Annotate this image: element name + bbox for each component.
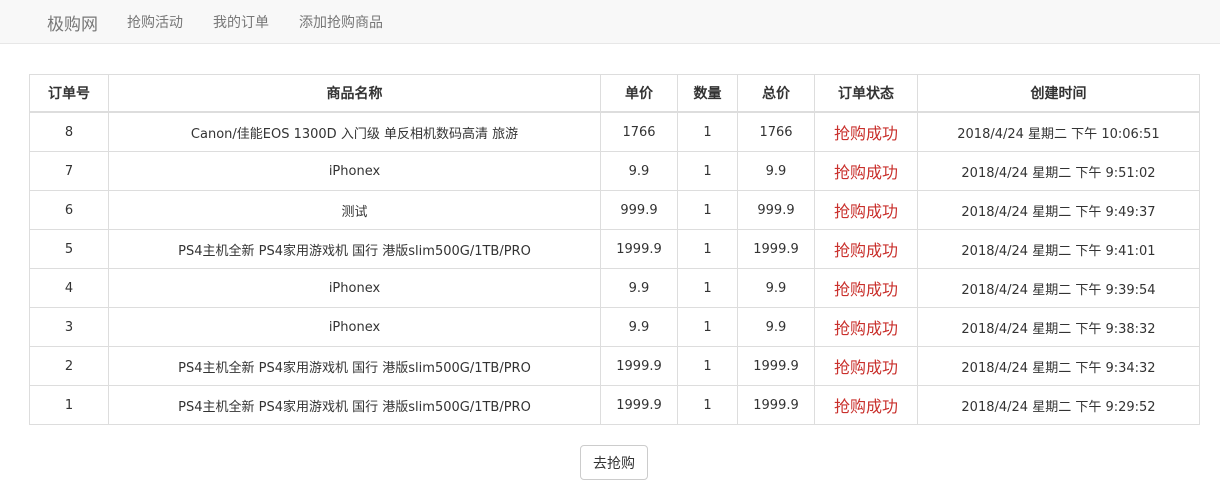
nav-link-flash-sale[interactable]: 抢购活动 [127, 12, 183, 32]
cell-product-name: iPhonex [108, 307, 601, 347]
cell-order-id: 3 [29, 307, 109, 347]
cell-product-name: iPhonex [108, 268, 601, 308]
cell-quantity: 1 [677, 385, 738, 425]
orders-table: 订单号 商品名称 单价 数量 总价 订单状态 创建时间 8 Canon/佳能EOS… [29, 74, 1200, 425]
cell-total-price: 9.9 [737, 268, 815, 308]
top-navbar: 极购网 抢购活动 我的订单 添加抢购商品 [0, 0, 1220, 44]
cell-order-status: 抢购成功 [814, 385, 918, 425]
cell-order-id: 7 [29, 151, 109, 191]
nav-link-add-product[interactable]: 添加抢购商品 [299, 12, 383, 32]
cell-order-id: 4 [29, 268, 109, 308]
header-product-name: 商品名称 [108, 74, 601, 113]
table-header-row: 订单号 商品名称 单价 数量 总价 订单状态 创建时间 [29, 74, 1200, 113]
orders-table-container: 订单号 商品名称 单价 数量 总价 订单状态 创建时间 8 Canon/佳能EOS… [29, 74, 1200, 425]
cell-quantity: 1 [677, 229, 738, 269]
cell-unit-price: 9.9 [600, 151, 678, 191]
cell-quantity: 1 [677, 151, 738, 191]
cell-order-id: 2 [29, 346, 109, 386]
go-flash-sale-button[interactable]: 去抢购 [580, 445, 648, 480]
table-row: 6 测试 999.9 1 999.9 抢购成功 2018/4/24 星期二 下午 9:49:… [29, 190, 1200, 230]
table-row: 1 PS4主机全新 PS4家用游戏机 国行 港版slim500G/1TB/PRO 1… [29, 385, 1200, 425]
cell-total-price: 1766 [737, 111, 815, 152]
cell-quantity: 1 [677, 268, 738, 308]
orders-table-body: 8 Canon/佳能EOS 1300D 入门级 单反相机数码高清 旅游 1766 1 1… [29, 111, 1200, 425]
cell-total-price: 1999.9 [737, 229, 815, 269]
cell-created-time: 2018/4/24 星期二 下午 9:41:01 [917, 229, 1200, 269]
header-order-id: 订单号 [29, 74, 109, 113]
cell-unit-price: 9.9 [600, 268, 678, 308]
cell-order-status: 抢购成功 [814, 111, 918, 152]
cell-unit-price: 1999.9 [600, 229, 678, 269]
header-created-time: 创建时间 [917, 74, 1200, 113]
cell-product-name: PS4主机全新 PS4家用游戏机 国行 港版slim500G/1TB/PRO [108, 229, 601, 269]
cell-order-id: 5 [29, 229, 109, 269]
cell-created-time: 2018/4/24 星期二 下午 9:34:32 [917, 346, 1200, 386]
cell-created-time: 2018/4/24 星期二 下午 10:06:51 [917, 111, 1200, 152]
cell-order-status: 抢购成功 [814, 151, 918, 191]
header-total-price: 总价 [737, 74, 815, 113]
cell-order-status: 抢购成功 [814, 268, 918, 308]
cell-unit-price: 999.9 [600, 190, 678, 230]
cell-order-status: 抢购成功 [814, 307, 918, 347]
cell-created-time: 2018/4/24 星期二 下午 9:49:37 [917, 190, 1200, 230]
cell-order-status: 抢购成功 [814, 190, 918, 230]
cell-total-price: 9.9 [737, 151, 815, 191]
header-order-status: 订单状态 [814, 74, 918, 113]
cell-created-time: 2018/4/24 星期二 下午 9:29:52 [917, 385, 1200, 425]
cell-unit-price: 1999.9 [600, 385, 678, 425]
cell-total-price: 999.9 [737, 190, 815, 230]
cell-order-id: 1 [29, 385, 109, 425]
header-quantity: 数量 [677, 74, 738, 113]
cell-product-name: PS4主机全新 PS4家用游戏机 国行 港版slim500G/1TB/PRO [108, 346, 601, 386]
cell-order-id: 8 [29, 111, 109, 152]
cell-unit-price: 1999.9 [600, 346, 678, 386]
cell-created-time: 2018/4/24 星期二 下午 9:38:32 [917, 307, 1200, 347]
brand-logo[interactable]: 极购网 [47, 10, 98, 35]
cell-created-time: 2018/4/24 星期二 下午 9:51:02 [917, 151, 1200, 191]
cell-created-time: 2018/4/24 星期二 下午 9:39:54 [917, 268, 1200, 308]
header-unit-price: 单价 [600, 74, 678, 113]
table-row: 3 iPhonex 9.9 1 9.9 抢购成功 2018/4/24 星期二 下午 9:38… [29, 307, 1200, 347]
cell-unit-price: 1766 [600, 111, 678, 152]
cell-total-price: 9.9 [737, 307, 815, 347]
table-row: 4 iPhonex 9.9 1 9.9 抢购成功 2018/4/24 星期二 下午 9:39… [29, 268, 1200, 308]
cell-order-status: 抢购成功 [814, 346, 918, 386]
cell-product-name: PS4主机全新 PS4家用游戏机 国行 港版slim500G/1TB/PRO [108, 385, 601, 425]
cell-product-name: Canon/佳能EOS 1300D 入门级 单反相机数码高清 旅游 [108, 111, 601, 152]
nav-link-my-orders[interactable]: 我的订单 [213, 12, 269, 32]
cell-order-status: 抢购成功 [814, 229, 918, 269]
cell-quantity: 1 [677, 190, 738, 230]
table-row: 2 PS4主机全新 PS4家用游戏机 国行 港版slim500G/1TB/PRO 1… [29, 346, 1200, 386]
cell-product-name: iPhonex [108, 151, 601, 191]
cell-quantity: 1 [677, 346, 738, 386]
cell-quantity: 1 [677, 307, 738, 347]
cell-order-id: 6 [29, 190, 109, 230]
cell-total-price: 1999.9 [737, 385, 815, 425]
cell-product-name: 测试 [108, 190, 601, 230]
cell-quantity: 1 [677, 111, 738, 152]
table-row: 7 iPhonex 9.9 1 9.9 抢购成功 2018/4/24 星期二 下午 9:51… [29, 151, 1200, 191]
cell-unit-price: 9.9 [600, 307, 678, 347]
cell-total-price: 1999.9 [737, 346, 815, 386]
table-row: 5 PS4主机全新 PS4家用游戏机 国行 港版slim500G/1TB/PRO 1… [29, 229, 1200, 269]
table-row: 8 Canon/佳能EOS 1300D 入门级 单反相机数码高清 旅游 1766 1 1… [29, 111, 1200, 152]
